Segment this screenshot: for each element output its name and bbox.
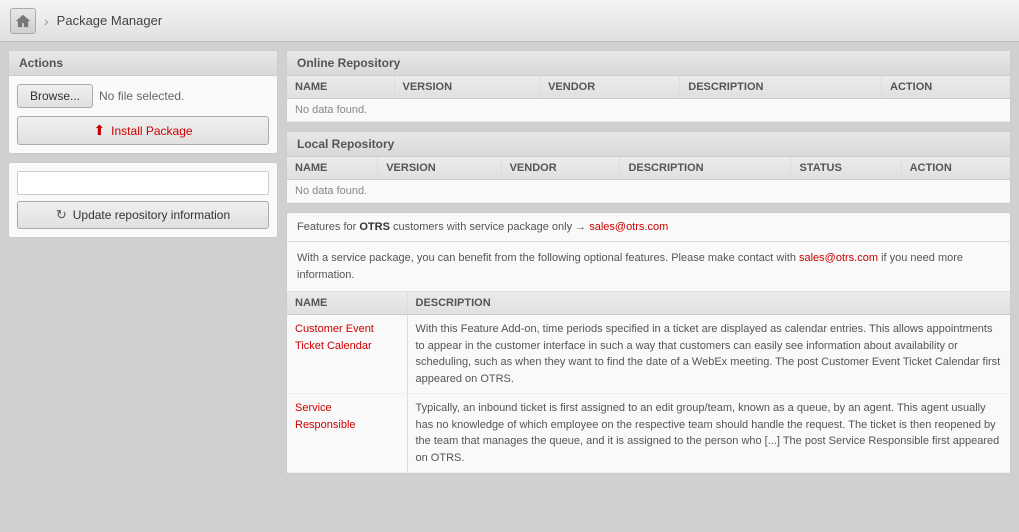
local-no-data-cell: No data found. (287, 180, 1010, 203)
actions-content: Browse... No file selected. ⬆ Install Pa… (9, 76, 277, 153)
features-header: Features for OTRS customers with service… (287, 213, 1010, 242)
features-desc-text: With a service package, you can benefit … (297, 252, 799, 264)
online-repo-table: NAME VERSION VENDOR DESCRIPTION ACTION N… (287, 76, 1010, 122)
local-col-name: NAME (287, 157, 378, 180)
actions-section: Actions Browse... No file selected. ⬆ In… (8, 50, 278, 154)
actions-title: Actions (9, 51, 277, 76)
header: › Package Manager (0, 0, 1019, 42)
repo-url-input[interactable] (17, 171, 269, 195)
install-label: Install Package (111, 124, 192, 138)
install-icon: ⬆ (93, 122, 105, 139)
content-area: Online Repository NAME VERSION VENDOR DE… (286, 50, 1011, 474)
online-col-vendor: VENDOR (540, 76, 680, 99)
features-email-link[interactable]: sales@otrs.com (589, 221, 668, 233)
install-package-button[interactable]: ⬆ Install Package (17, 116, 269, 145)
repo-update-section: ↻ Update repository information (8, 162, 278, 238)
features-desc-cell: With this Feature Add-on, time periods s… (407, 315, 1010, 394)
local-col-status: STATUS (791, 157, 901, 180)
main-layout: Actions Browse... No file selected. ⬆ In… (0, 42, 1019, 482)
browse-row: Browse... No file selected. (17, 84, 269, 108)
features-prefix: Features for (297, 221, 359, 233)
features-col-name: NAME (287, 292, 407, 315)
features-name-cell: ServiceResponsible (287, 394, 407, 473)
local-col-vendor: VENDOR (501, 157, 620, 180)
online-repo-section: Online Repository NAME VERSION VENDOR DE… (286, 50, 1011, 123)
online-col-action: ACTION (882, 76, 1010, 99)
local-repo-section: Local Repository NAME VERSION VENDOR DES… (286, 131, 1011, 204)
repo-update-content: ↻ Update repository information (9, 163, 277, 237)
features-middle: customers with service package only → (390, 221, 589, 233)
local-no-data-row: No data found. (287, 180, 1010, 203)
online-col-description: DESCRIPTION (680, 76, 882, 99)
features-col-description: DESCRIPTION (407, 292, 1010, 315)
local-repo-title: Local Repository (287, 132, 1010, 157)
features-name-cell: Customer EventTicket Calendar (287, 315, 407, 394)
sidebar: Actions Browse... No file selected. ⬆ In… (8, 50, 278, 474)
online-no-data-cell: No data found. (287, 99, 1010, 122)
refresh-icon: ↻ (56, 207, 67, 223)
online-col-name: NAME (287, 76, 394, 99)
browse-button[interactable]: Browse... (17, 84, 93, 108)
local-col-action: ACTION (901, 157, 1010, 180)
features-row: Customer EventTicket Calendar With this F… (287, 315, 1010, 394)
features-desc-cell: Typically, an inbound ticket is first as… (407, 394, 1010, 473)
features-row: ServiceResponsible Typically, an inbound … (287, 394, 1010, 473)
features-section: Features for OTRS customers with service… (286, 212, 1011, 474)
local-col-version: VERSION (378, 157, 501, 180)
update-repo-label: Update repository information (73, 208, 230, 222)
feature-name-link[interactable]: ServiceResponsible (295, 402, 356, 431)
update-repo-button[interactable]: ↻ Update repository information (17, 201, 269, 229)
feature-name-link[interactable]: Customer EventTicket Calendar (295, 323, 374, 352)
page-title: Package Manager (57, 13, 163, 28)
home-button[interactable] (10, 8, 36, 34)
features-desc-email[interactable]: sales@otrs.com (799, 252, 878, 264)
online-repo-title: Online Repository (287, 51, 1010, 76)
no-file-label: No file selected. (99, 89, 184, 103)
features-brand: OTRS (359, 221, 390, 233)
features-description: With a service package, you can benefit … (287, 242, 1010, 292)
online-col-version: VERSION (394, 76, 540, 99)
local-col-description: DESCRIPTION (620, 157, 791, 180)
online-no-data-row: No data found. (287, 99, 1010, 122)
features-table: NAME DESCRIPTION Customer EventTicket Ca… (287, 292, 1010, 473)
local-repo-table: NAME VERSION VENDOR DESCRIPTION STATUS A… (287, 157, 1010, 203)
breadcrumb-chevron: › (44, 13, 49, 29)
